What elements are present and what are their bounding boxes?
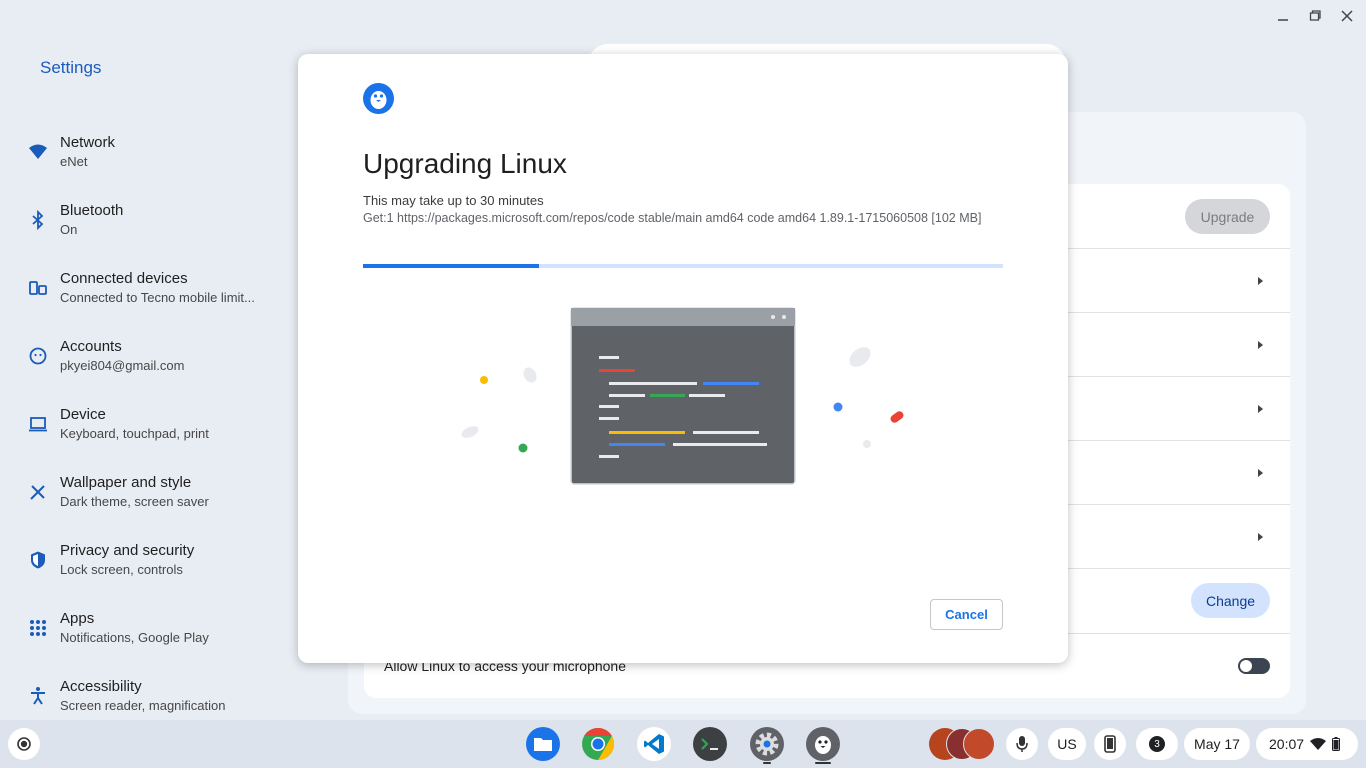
sidebar-item-sublabel: pkyei804@gmail.com <box>60 358 185 373</box>
thumbnail <box>963 728 995 760</box>
chrome-icon[interactable] <box>581 727 615 761</box>
row-divider <box>1066 633 1290 634</box>
running-indicator <box>815 762 831 764</box>
chevron-right-icon[interactable] <box>1258 277 1263 285</box>
laptop-icon <box>26 412 50 436</box>
row-divider <box>1066 504 1290 505</box>
sidebar-item-network[interactable]: Network eNet <box>0 130 300 190</box>
close-icon[interactable] <box>1338 6 1356 26</box>
dialog-subtitle: This may take up to 30 minutes <box>363 193 544 208</box>
upgrade-button[interactable]: Upgrade <box>1185 199 1270 234</box>
vscode-icon[interactable] <box>637 727 671 761</box>
row-divider <box>1066 248 1290 249</box>
terminal-illustration <box>461 307 904 485</box>
sidebar-item-label: Apps <box>60 610 95 627</box>
sidebar-item-device[interactable]: Device Keyboard, touchpad, print <box>0 402 300 462</box>
holding-space-thumbnails[interactable] <box>929 728 995 760</box>
sidebar-item-sublabel: Lock screen, controls <box>60 562 183 577</box>
sidebar-item-label: Connected devices <box>60 270 188 287</box>
sidebar-item-sublabel: Connected to Tecno mobile limit... <box>60 290 255 305</box>
wifi-icon <box>26 140 50 164</box>
linux-penguin-icon <box>363 83 394 114</box>
sidebar-item-sublabel: Notifications, Google Play <box>60 630 209 645</box>
brush-icon <box>26 480 50 504</box>
row-divider <box>1066 440 1290 441</box>
settings-title: Settings <box>40 58 102 77</box>
row-divider <box>1066 568 1290 569</box>
clock-time: 20:07 <box>1269 736 1305 752</box>
chevron-right-icon[interactable] <box>1258 533 1263 541</box>
connected-devices-icon <box>26 276 50 300</box>
sidebar-item-label: Accounts <box>60 338 122 355</box>
upgrade-linux-dialog: Upgrading Linux This may take up to 30 m… <box>298 54 1068 663</box>
shield-icon <box>26 548 50 572</box>
running-indicator <box>763 762 771 764</box>
sidebar-item-label: Privacy and security <box>60 542 195 559</box>
settings-icon[interactable] <box>750 727 784 761</box>
microphone-icon[interactable] <box>1006 728 1038 760</box>
apps-grid-icon <box>26 616 50 640</box>
linux-penguin-icon[interactable] <box>806 727 840 761</box>
sidebar-item-apps[interactable]: Apps Notifications, Google Play <box>0 606 300 666</box>
sidebar-item-sublabel: On <box>60 222 78 237</box>
sidebar-item-sublabel: Dark theme, screen saver <box>60 494 209 509</box>
sidebar-item-sublabel: eNet <box>60 154 88 169</box>
status-area[interactable]: 20:07 <box>1256 728 1358 760</box>
sidebar-item-label: Wallpaper and style <box>60 474 192 491</box>
row-divider <box>1066 376 1290 377</box>
upgrade-status-text: Get:1 https://packages.microsoft.com/rep… <box>363 211 982 225</box>
chevron-right-icon[interactable] <box>1258 341 1263 349</box>
sidebar-item-label: Device <box>60 406 106 423</box>
notification-center[interactable]: 3 <box>1136 728 1178 760</box>
wifi-icon <box>1310 738 1327 750</box>
sidebar-item-sublabel: Keyboard, touchpad, print <box>60 426 209 441</box>
sidebar-item-accounts[interactable]: Accounts pkyei804@gmail.com <box>0 334 300 394</box>
upgrade-progress-fill <box>363 264 539 268</box>
dialog-title: Upgrading Linux <box>363 148 567 179</box>
bluetooth-icon <box>26 208 50 232</box>
sidebar-item-label: Accessibility <box>60 678 142 695</box>
launcher-icon <box>17 737 31 751</box>
restore-icon[interactable] <box>1306 6 1324 26</box>
phone-hub-icon[interactable] <box>1094 728 1126 760</box>
sidebar-item-sublabel: Screen reader, magnification <box>60 698 226 713</box>
launcher-button[interactable] <box>8 728 40 760</box>
window-controls <box>1274 6 1356 26</box>
terminal-icon[interactable] <box>693 727 727 761</box>
accessibility-icon <box>26 684 50 708</box>
input-method-indicator[interactable]: US <box>1048 728 1086 760</box>
sidebar-item-bluetooth[interactable]: Bluetooth On <box>0 198 300 258</box>
notification-count-badge: 3 <box>1149 736 1165 752</box>
files-icon[interactable] <box>526 727 560 761</box>
chevron-right-icon[interactable] <box>1258 405 1263 413</box>
sidebar-item-privacy[interactable]: Privacy and security Lock screen, contro… <box>0 538 300 598</box>
date-indicator[interactable]: May 17 <box>1184 728 1250 760</box>
cancel-button[interactable]: Cancel <box>930 599 1003 630</box>
upgrade-progress-bar <box>363 264 1003 268</box>
row-divider <box>1066 312 1290 313</box>
battery-icon <box>1332 737 1341 751</box>
sidebar-item-label: Network <box>60 134 116 151</box>
minimize-icon[interactable] <box>1274 6 1292 26</box>
microphone-toggle[interactable] <box>1238 658 1270 674</box>
sidebar-item-label: Bluetooth <box>60 202 124 219</box>
sidebar-item-connected-devices[interactable]: Connected devices Connected to Tecno mob… <box>0 266 300 326</box>
chevron-right-icon[interactable] <box>1258 469 1263 477</box>
sidebar-item-wallpaper[interactable]: Wallpaper and style Dark theme, screen s… <box>0 470 300 530</box>
account-icon <box>26 344 50 368</box>
change-button[interactable]: Change <box>1191 583 1270 618</box>
